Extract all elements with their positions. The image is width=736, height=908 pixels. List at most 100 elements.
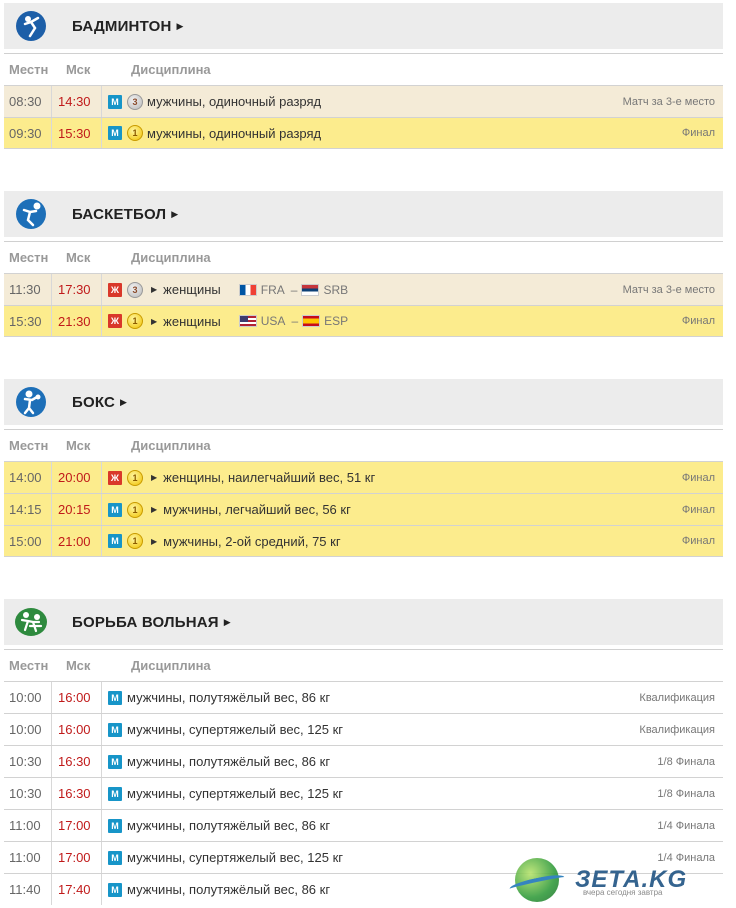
time-msk: 20:15 [52, 494, 102, 525]
wrestling-icon [14, 605, 48, 639]
table-row[interactable]: 11:00 17:00 М мужчины, полутяжёлый вес, … [4, 809, 723, 841]
stage-label: Квалификация [639, 691, 715, 704]
flag-esp-icon [302, 315, 321, 327]
discipline-text: женщины [163, 282, 221, 297]
col-discipline: Дисциплина [131, 250, 211, 265]
discipline-text: мужчины, легчайший вес, 56 кг [163, 502, 351, 517]
men-badge: М [108, 722, 122, 737]
time-msk: 17:40 [52, 874, 102, 905]
col-msk: Мск [66, 62, 91, 77]
expand-arrow-icon[interactable]: ▶ [171, 209, 178, 220]
discipline-text: мужчины, полутяжёлый вес, 86 кг [127, 818, 331, 833]
time-local: 11:30 [4, 274, 52, 305]
time-msk: 21:30 [52, 306, 102, 336]
time-local: 10:00 [4, 682, 52, 713]
discipline-text: мужчины, 2-ой средний, 75 кг [163, 533, 341, 549]
sport-section-boxing: БОКС ▶ Местн Мск Дисциплина 14:00 20:00 … [4, 379, 723, 557]
time-local: 11:00 [4, 842, 52, 873]
discipline-text: женщины [163, 313, 221, 329]
men-badge: М [108, 882, 122, 897]
team-2: SRB [323, 282, 349, 297]
discipline-text: мужчины, супертяжелый вес, 125 кг [127, 786, 344, 801]
expand-arrow-icon[interactable]: ▶ [151, 285, 157, 294]
table-row[interactable]: 14:00 20:00 Ж 1 ▶ женщины, наилегчайший … [4, 461, 723, 493]
flag-srb-icon [301, 283, 320, 296]
stage-label: Квалификация [639, 723, 715, 736]
globe-logo-icon [508, 858, 566, 902]
table-row[interactable]: 08:30 14:30 М 3 мужчины, одиночный разря… [4, 85, 723, 117]
bronze-medal-icon: 3 [127, 281, 143, 298]
stage-label: Финал [681, 535, 715, 547]
expand-arrow-icon[interactable]: ▶ [224, 617, 231, 628]
stage-label: 1/8 Финала [657, 755, 715, 768]
col-discipline: Дисциплина [131, 438, 211, 453]
women-badge: Ж [108, 314, 122, 328]
time-msk: 17:00 [52, 842, 102, 873]
men-badge: М [108, 690, 122, 705]
sport-name[interactable]: БОРЬБА ВОЛЬНАЯ [72, 614, 219, 631]
gold-medal-icon: 1 [127, 469, 143, 486]
time-msk: 17:00 [52, 810, 102, 841]
col-discipline: Дисциплина [131, 62, 211, 77]
expand-arrow-icon[interactable]: ▶ [151, 537, 157, 546]
stage-label: Матч за 3-е место [622, 283, 715, 296]
table-row[interactable]: 15:30 21:30 Ж 1 ▶ женщины USA – ESP Фина… [4, 305, 723, 337]
table-row[interactable]: 11:30 17:30 Ж 3 ▶ женщины FRA – SRB Матч… [4, 273, 723, 305]
table-header: Местн Мск Дисциплина [4, 649, 723, 681]
table-header: Местн Мск Дисциплина [4, 241, 723, 273]
time-msk: 14:30 [52, 86, 102, 117]
stage-label: Финал [681, 471, 715, 484]
badminton-icon [14, 9, 48, 43]
expand-arrow-icon[interactable]: ▶ [151, 505, 157, 514]
stage-label: Финал [681, 127, 715, 139]
men-badge: М [108, 94, 122, 109]
sport-name[interactable]: БОКС [72, 394, 115, 411]
expand-arrow-icon[interactable]: ▶ [176, 21, 183, 32]
discipline-text: мужчины, полутяжёлый вес, 86 кг [127, 690, 331, 705]
time-msk: 16:00 [52, 714, 102, 745]
women-badge: Ж [108, 470, 122, 485]
table-row[interactable]: 10:00 16:00 М мужчины, супертяжелый вес,… [4, 713, 723, 745]
time-msk: 21:00 [52, 526, 102, 556]
table-row[interactable]: 14:15 20:15 М 1 ▶ мужчины, легчайший вес… [4, 493, 723, 525]
time-local: 10:30 [4, 778, 52, 809]
time-msk: 17:30 [52, 274, 102, 305]
dash: – [290, 282, 298, 297]
stage-label: Финал [681, 503, 715, 516]
sport-name[interactable]: БАСКЕТБОЛ [72, 206, 166, 223]
sport-name[interactable]: БАДМИНТОН [72, 18, 171, 35]
col-msk: Мск [66, 250, 91, 265]
expand-arrow-icon[interactable]: ▶ [151, 317, 157, 326]
table-header: Местн Мск Дисциплина [4, 429, 723, 461]
time-local: 10:00 [4, 714, 52, 745]
col-msk: Мск [66, 658, 91, 673]
expand-arrow-icon[interactable]: ▶ [120, 397, 127, 408]
table-row[interactable]: 15:00 21:00 М 1 ▶ мужчины, 2-ой средний,… [4, 525, 723, 557]
sport-header[interactable]: БОКС ▶ [4, 379, 723, 425]
col-local: Местн [9, 62, 49, 77]
time-msk: 15:30 [52, 118, 102, 148]
sport-header[interactable]: БОРЬБА ВОЛЬНАЯ ▶ [4, 599, 723, 645]
sport-header[interactable]: БАДМИНТОН ▶ [4, 3, 723, 49]
team-2: ESP [324, 314, 349, 328]
table-row[interactable]: 09:30 15:30 М 1 мужчины, одиночный разря… [4, 117, 723, 149]
col-local: Местн [9, 658, 49, 673]
time-local: 11:00 [4, 810, 52, 841]
discipline-text: мужчины, одиночный разряд [147, 125, 322, 141]
expand-arrow-icon[interactable]: ▶ [151, 473, 157, 482]
discipline-text: мужчины, супертяжелый вес, 125 кг [127, 722, 344, 737]
time-local: 11:40 [4, 874, 52, 905]
men-badge: М [108, 850, 122, 865]
table-row[interactable]: 10:30 16:30 М мужчины, супертяжелый вес,… [4, 777, 723, 809]
time-local: 09:30 [4, 118, 52, 148]
dash: – [291, 314, 299, 328]
flag-fra-icon [238, 283, 257, 296]
men-badge: М [108, 786, 122, 801]
sport-header[interactable]: БАСКЕТБОЛ ▶ [4, 191, 723, 237]
time-local: 15:30 [4, 306, 52, 336]
bronze-medal-icon: 3 [127, 93, 143, 110]
table-row[interactable]: 10:00 16:00 М мужчины, полутяжёлый вес, … [4, 681, 723, 713]
col-discipline: Дисциплина [131, 658, 211, 673]
stage-label: 1/8 Финала [657, 787, 715, 800]
table-row[interactable]: 10:30 16:30 М мужчины, полутяжёлый вес, … [4, 745, 723, 777]
